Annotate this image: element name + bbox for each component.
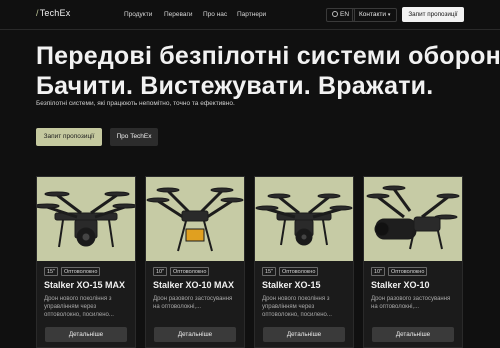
product-title: Stalker XO-15 MAX [44, 280, 126, 290]
product-card[interactable]: 10" Оптоволокно Stalker XO-10 Дрон разов… [363, 176, 463, 348]
top-navbar: /TechEx Продукти Переваги Про нас Партне… [0, 0, 500, 30]
product-title: Stalker XO-15 [262, 280, 321, 290]
size-tag: 15" [262, 267, 277, 276]
product-card[interactable]: 15" Оптоволокно Stalker XO-15 MAX Дрон н… [36, 176, 136, 348]
request-quote-top-button[interactable]: Запит пропозиції [402, 7, 464, 22]
about-button[interactable]: Про TechEx [110, 128, 158, 146]
contacts-dropdown[interactable]: Контакти ▾ [352, 8, 398, 22]
details-button[interactable]: Детальніше [263, 327, 345, 342]
product-description: Дрон разового застосування на оптоволокн… [371, 296, 451, 310]
details-button[interactable]: Детальніше [45, 327, 127, 342]
product-card[interactable]: 15" Оптоволокно Stalker XO-15 Дрон новог… [254, 176, 354, 348]
nav-partners[interactable]: Партнери [237, 11, 266, 18]
logo-text: TechEx [39, 8, 71, 18]
contacts-label: Контакти [359, 11, 387, 18]
product-title: Stalker XO-10 [371, 280, 430, 290]
product-image [364, 177, 462, 261]
product-description: Дрон разового застосування на оптоволокн… [153, 296, 233, 310]
hero-subtitle: Безпілотні системи, які працюють непоміт… [36, 100, 235, 107]
size-tag: 15" [44, 267, 59, 276]
product-description: Дрон нового покоління з управлінням чере… [262, 296, 332, 318]
hero-title-line2: Бачити. Вистежувати. Вражати. [36, 72, 434, 100]
details-button[interactable]: Детальніше [372, 327, 454, 342]
type-tag: Оптоволокно [61, 267, 101, 276]
product-card[interactable]: 10" Оптоволокно Stalker XO-10 MAX Дрон р… [145, 176, 245, 348]
type-tag: Оптоволокно [388, 267, 428, 276]
size-tag: 10" [153, 267, 168, 276]
type-tag: Оптоволокно [279, 267, 319, 276]
product-description: Дрон нового покоління з управлінням чере… [44, 296, 114, 318]
nav-about[interactable]: Про нас [203, 11, 227, 18]
chevron-down-icon: ▾ [387, 12, 391, 18]
product-title: Stalker XO-10 MAX [153, 280, 235, 290]
product-image [37, 177, 135, 261]
language-label: EN [340, 11, 350, 18]
product-image [255, 177, 353, 261]
details-button[interactable]: Детальніше [154, 327, 236, 342]
nav-products[interactable]: Продукти [124, 11, 152, 18]
product-image [146, 177, 244, 261]
logo-mark-icon: / [36, 8, 39, 18]
type-tag: Оптоволокно [170, 267, 210, 276]
size-tag: 10" [371, 267, 386, 276]
hero-title-line1: Передові безпілотні системи оборони [36, 42, 500, 70]
nav-advantages[interactable]: Переваги [164, 11, 193, 18]
logo[interactable]: /TechEx [36, 8, 70, 18]
language-switch[interactable]: EN [326, 8, 356, 22]
globe-icon [332, 11, 338, 17]
request-quote-button[interactable]: Запит пропозиції [36, 128, 102, 146]
